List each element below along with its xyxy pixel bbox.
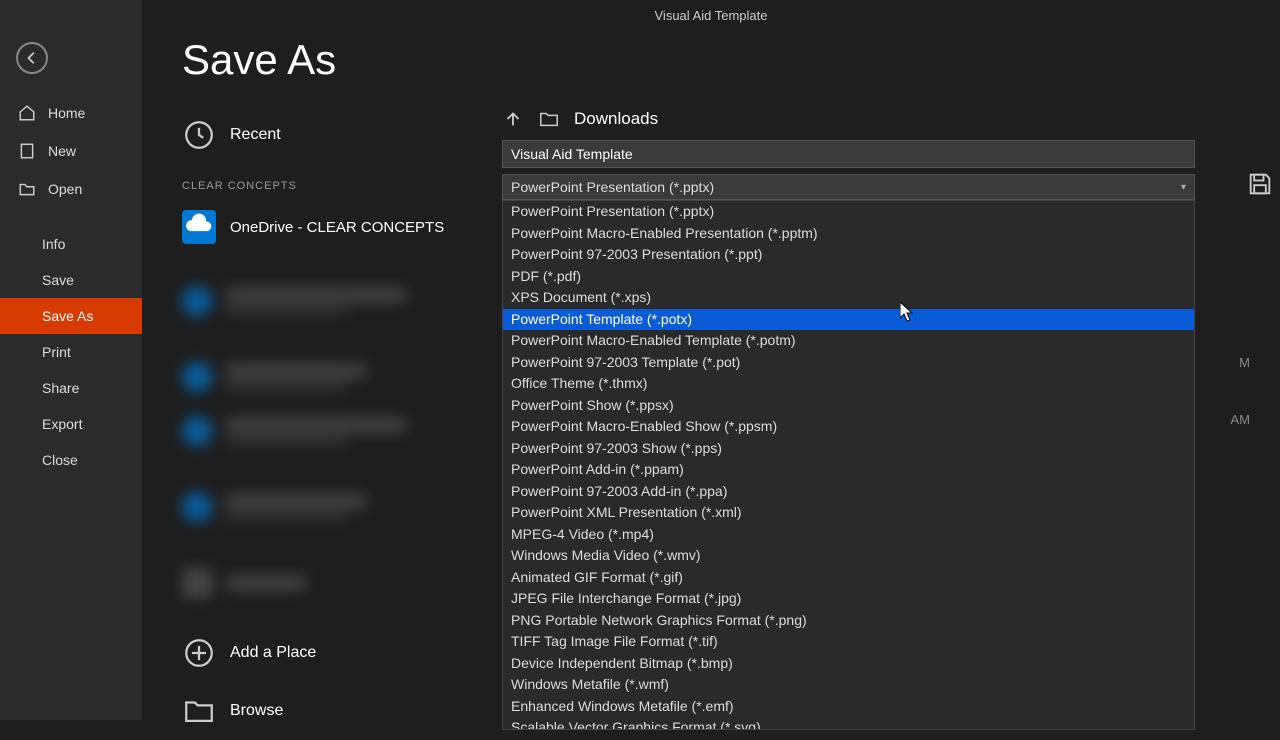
nav-info[interactable]: Info: [0, 226, 142, 262]
nav-home[interactable]: Home: [0, 94, 142, 132]
browse[interactable]: Browse: [182, 682, 502, 740]
cloud-section-label: CLEAR CONCEPTS: [182, 180, 502, 192]
browse-label: Browse: [230, 702, 283, 720]
filetype-option[interactable]: PowerPoint 97-2003 Show (*.pps): [503, 438, 1194, 460]
nav-save[interactable]: Save: [0, 262, 142, 298]
recent-icon: [182, 118, 216, 152]
filetype-option[interactable]: PowerPoint XML Presentation (*.xml): [503, 502, 1194, 524]
back-button[interactable]: [16, 42, 48, 74]
filetype-option[interactable]: Animated GIF Format (*.gif): [503, 567, 1194, 589]
filetype-option[interactable]: TIFF Tag Image File Format (*.tif): [503, 631, 1194, 653]
nav-new-label: New: [48, 143, 76, 159]
onedrive-icon: [182, 210, 216, 244]
filetype-option[interactable]: Scalable Vector Graphics Format (*.svg): [503, 717, 1194, 730]
filetype-dropdown[interactable]: PowerPoint Presentation (*.pptx)PowerPoi…: [502, 200, 1195, 730]
back-arrow-icon: [25, 51, 39, 65]
filetype-option[interactable]: PowerPoint 97-2003 Add-in (*.ppa): [503, 481, 1194, 503]
place-onedrive[interactable]: OneDrive - CLEAR CONCEPTS: [182, 202, 502, 252]
filetype-option[interactable]: Windows Media Video (*.wmv): [503, 545, 1194, 567]
browse-icon: [182, 694, 216, 728]
filetype-option[interactable]: PowerPoint Macro-Enabled Template (*.pot…: [503, 330, 1194, 352]
save-button[interactable]: [1246, 170, 1274, 198]
save-panel: Downloads PowerPoint Presentation (*.ppt…: [502, 108, 1280, 740]
filetype-option[interactable]: PowerPoint 97-2003 Template (*.pot): [503, 352, 1194, 374]
filetype-option[interactable]: PDF (*.pdf): [503, 266, 1194, 288]
filetype-option[interactable]: PNG Portable Network Graphics Format (*.…: [503, 610, 1194, 632]
nav-close[interactable]: Close: [0, 442, 142, 478]
filetype-option[interactable]: PowerPoint Template (*.potx): [503, 309, 1194, 331]
filetype-option[interactable]: Enhanced Windows Metafile (*.emf): [503, 696, 1194, 718]
path-bar: Downloads: [502, 108, 1240, 130]
filetype-option[interactable]: PowerPoint Add-in (*.ppam): [503, 459, 1194, 481]
time-fragment-1: M: [1239, 355, 1250, 370]
filetype-option[interactable]: Office Theme (*.thmx): [503, 373, 1194, 395]
save-icon: [1246, 170, 1274, 198]
up-folder-icon[interactable]: [502, 108, 524, 130]
folder-icon: [538, 108, 560, 130]
nav-export[interactable]: Export: [0, 406, 142, 442]
places-panel: Recent CLEAR CONCEPTS OneDrive - CLEAR C…: [142, 108, 502, 740]
new-icon: [18, 142, 36, 160]
current-folder[interactable]: Downloads: [574, 109, 658, 129]
add-a-place[interactable]: Add a Place: [182, 624, 502, 682]
filetype-option[interactable]: PowerPoint 97-2003 Presentation (*.ppt): [503, 244, 1194, 266]
onedrive-title: OneDrive - CLEAR CONCEPTS: [230, 219, 444, 236]
nav-save-as[interactable]: Save As: [0, 298, 142, 334]
filetype-option[interactable]: PowerPoint Macro-Enabled Presentation (*…: [503, 223, 1194, 245]
filetype-option[interactable]: JPEG File Interchange Format (*.jpg): [503, 588, 1194, 610]
filetype-selected: PowerPoint Presentation (*.pptx): [511, 179, 714, 195]
filetype-option[interactable]: PowerPoint Presentation (*.pptx): [503, 201, 1194, 223]
nav-share[interactable]: Share: [0, 370, 142, 406]
add-place-label: Add a Place: [230, 644, 316, 662]
page-title: Save As: [182, 36, 1280, 84]
filename-input[interactable]: [502, 140, 1195, 168]
filetype-option[interactable]: Device Independent Bitmap (*.bmp): [503, 653, 1194, 675]
window-title: Visual Aid Template: [142, 8, 1280, 23]
home-icon: [18, 104, 36, 122]
place-recent[interactable]: Recent: [182, 108, 502, 162]
nav-home-label: Home: [48, 105, 85, 121]
add-place-icon: [182, 636, 216, 670]
time-fragment-2: AM: [1231, 412, 1251, 427]
nav-print[interactable]: Print: [0, 334, 142, 370]
filetype-option[interactable]: PowerPoint Macro-Enabled Show (*.ppsm): [503, 416, 1194, 438]
filetype-option[interactable]: MPEG-4 Video (*.mp4): [503, 524, 1194, 546]
backstage-sidebar: Home New Open Info Save Save As Print Sh…: [0, 0, 142, 720]
chevron-down-icon: ▾: [1181, 182, 1186, 193]
open-icon: [18, 180, 36, 198]
nav-new[interactable]: New: [0, 132, 142, 170]
nav-open[interactable]: Open: [0, 170, 142, 208]
filetype-option[interactable]: Windows Metafile (*.wmf): [503, 674, 1194, 696]
main-area: Visual Aid Template Save As Recent CLEAR…: [142, 0, 1280, 720]
place-recent-label: Recent: [230, 126, 281, 144]
filetype-select[interactable]: PowerPoint Presentation (*.pptx) ▾: [502, 174, 1195, 200]
blurred-places: [182, 252, 502, 610]
filetype-option[interactable]: PowerPoint Show (*.ppsx): [503, 395, 1194, 417]
nav-open-label: Open: [48, 181, 82, 197]
filetype-option[interactable]: XPS Document (*.xps): [503, 287, 1194, 309]
